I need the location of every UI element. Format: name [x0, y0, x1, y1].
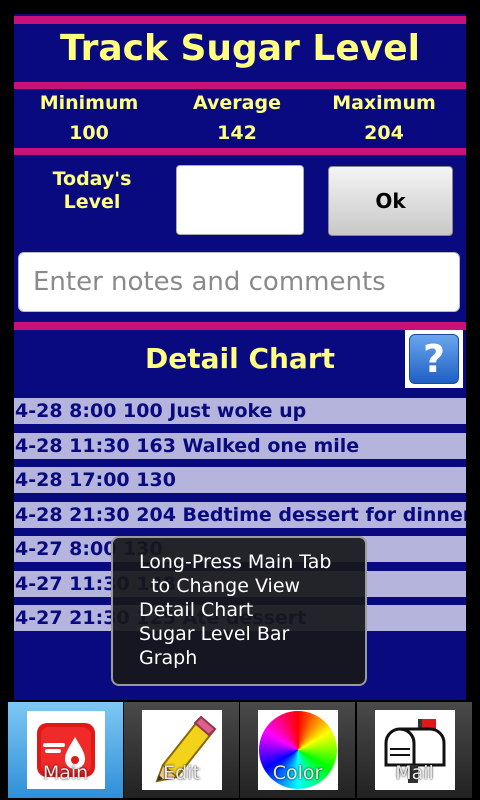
tab-color[interactable]: Color — [240, 702, 355, 798]
help-button[interactable]: ? — [405, 330, 463, 388]
toast-line: Sugar Level Bar — [139, 623, 290, 645]
notes-input[interactable]: Enter notes and comments — [18, 252, 460, 312]
tab-bar: Main Edit Color Mail — [0, 700, 480, 800]
level-input[interactable] — [176, 165, 304, 235]
app-title: Track Sugar Level — [60, 28, 420, 69]
tab-main-label: Main — [42, 762, 89, 784]
minimum-value: 100 — [69, 122, 109, 144]
list-item[interactable]: 4-28 11:30 163 Walked one mile — [14, 432, 466, 459]
toast-line: Detail Chart — [139, 599, 254, 621]
maximum-value: 204 — [364, 122, 404, 144]
divider-bar — [14, 82, 466, 89]
maximum-label: Maximum — [332, 92, 436, 114]
tab-edit-label: Edit — [163, 762, 200, 784]
todays-level-label: Today's Level — [52, 168, 132, 213]
toast-line: Long-Press Main Tab — [139, 551, 332, 573]
ok-button[interactable]: Ok — [328, 166, 453, 236]
list-item[interactable]: 4-28 21:30 204 Bedtime dessert for dinne… — [14, 501, 466, 528]
tab-color-label: Color — [272, 762, 323, 784]
average-label: Average — [193, 92, 281, 114]
toast-line: Graph — [139, 647, 198, 669]
divider-bar — [14, 148, 466, 155]
detail-chart-title: Detail Chart — [144, 342, 336, 375]
divider-bar — [14, 322, 466, 330]
list-item[interactable]: 4-28 17:00 130 — [14, 467, 466, 493]
average-value: 142 — [217, 122, 257, 144]
tab-mail-label: Mail — [395, 762, 434, 784]
divider-bar — [14, 16, 466, 24]
tab-main[interactable]: Main — [8, 702, 123, 798]
toast-message: Long-Press Main Tab to Change View Detai… — [111, 536, 367, 686]
list-item[interactable]: 4-28 8:00 100 Just woke up — [14, 398, 466, 424]
tab-edit[interactable]: Edit — [124, 702, 239, 798]
tab-mail[interactable]: Mail — [357, 702, 472, 798]
minimum-label: Minimum — [39, 92, 139, 114]
toast-line: to Change View — [139, 575, 301, 597]
question-mark-icon: ? — [409, 334, 459, 384]
